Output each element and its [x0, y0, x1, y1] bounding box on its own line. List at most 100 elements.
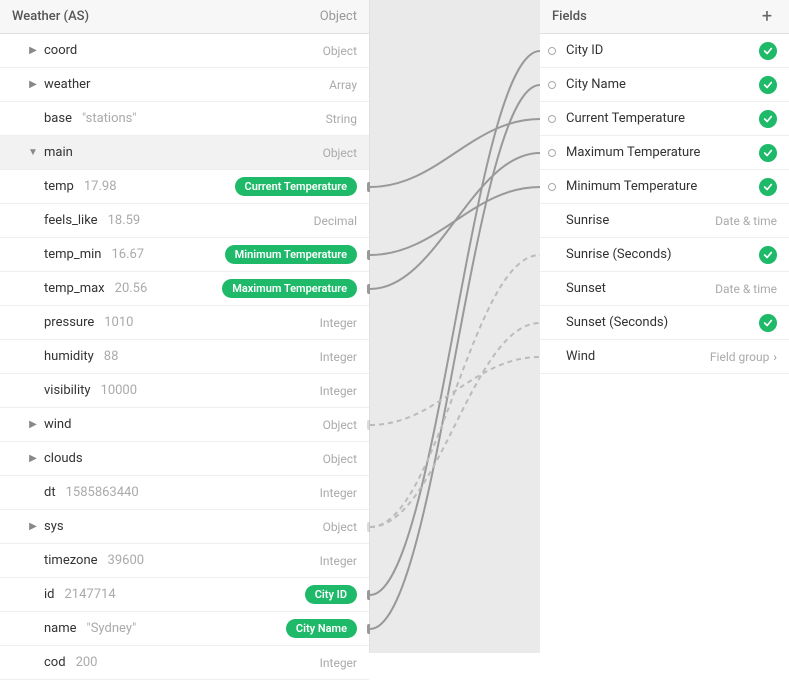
- field-label: Sunrise (Seconds): [566, 247, 759, 262]
- source-row-clouds[interactable]: ▶cloudsObject: [0, 442, 369, 476]
- field-row-sunset[interactable]: SunsetDate & time: [540, 272, 789, 306]
- source-row-pressure[interactable]: pressure1010Integer: [0, 306, 369, 340]
- mapping-badge[interactable]: Maximum Temperature: [222, 279, 357, 298]
- field-label: City ID: [566, 43, 759, 58]
- source-row-timezone[interactable]: timezone 39600 Integer: [0, 544, 369, 578]
- check-icon: [759, 76, 777, 94]
- field-type: Date & time: [715, 214, 777, 228]
- chevron-right-icon: ›: [773, 350, 777, 364]
- field-label: Sunset (Seconds): [566, 315, 759, 330]
- field-row-wind[interactable]: WindField group›: [540, 340, 789, 374]
- source-row-name[interactable]: name "Sydney" City Name: [0, 612, 369, 646]
- row-key: weather: [44, 77, 90, 92]
- field-port[interactable]: [548, 47, 556, 55]
- row-value: 20.56: [115, 281, 148, 296]
- field-row-minimum-temperature[interactable]: Minimum Temperature: [540, 170, 789, 204]
- field-label: Current Temperature: [566, 111, 759, 126]
- fields-header: Fields +: [540, 0, 789, 34]
- row-value: 18.59: [108, 213, 141, 228]
- field-label: Sunset: [566, 281, 715, 296]
- mapping-badge[interactable]: Minimum Temperature: [225, 245, 357, 264]
- row-key: main: [44, 145, 73, 160]
- field-type: Date & time: [715, 282, 777, 296]
- source-row-weather[interactable]: ▶ weather Array: [0, 68, 369, 102]
- field-port[interactable]: [548, 149, 556, 157]
- caret-icon[interactable]: ▶: [28, 521, 38, 532]
- source-row-coord[interactable]: ▶ coord Object: [0, 34, 369, 68]
- check-icon: [759, 178, 777, 196]
- mapping-badge[interactable]: City Name: [286, 619, 357, 638]
- field-port[interactable]: [548, 115, 556, 123]
- row-key: timezone: [44, 553, 98, 568]
- add-field-button[interactable]: +: [757, 7, 777, 27]
- row-key: visibility: [44, 383, 91, 398]
- row-type: Integer: [320, 656, 357, 670]
- check-icon: [759, 42, 777, 60]
- field-row-sunrise-seconds-[interactable]: Sunrise (Seconds): [540, 238, 789, 272]
- source-row-dt[interactable]: dt1585863440Integer: [0, 476, 369, 510]
- caret-icon[interactable]: ▶: [28, 79, 38, 90]
- field-label: City Name: [566, 77, 759, 92]
- mapping-badge[interactable]: City ID: [305, 585, 357, 604]
- field-port[interactable]: [548, 81, 556, 89]
- row-value: 39600: [108, 553, 145, 568]
- source-row-temp_min[interactable]: temp_min16.67Minimum Temperature: [0, 238, 369, 272]
- row-value: "stations": [82, 111, 137, 126]
- row-value: 1010: [104, 315, 133, 330]
- row-value: 88: [104, 349, 119, 364]
- row-type: Integer: [320, 486, 357, 500]
- source-row-main[interactable]: ▼ main Object: [0, 136, 369, 170]
- row-type: Object: [323, 146, 357, 160]
- source-row-temp_max[interactable]: temp_max 20.56 Maximum Temperature: [0, 272, 369, 306]
- caret-icon[interactable]: ▶: [28, 453, 38, 464]
- field-label: Sunrise: [566, 213, 715, 228]
- row-type: Object: [323, 44, 357, 58]
- row-key: cod: [44, 655, 66, 670]
- row-type: Array: [329, 78, 357, 92]
- source-row-cod[interactable]: cod200Integer: [0, 646, 369, 680]
- row-type: Integer: [320, 554, 357, 568]
- source-row-temp[interactable]: temp 17.98 Current Temperature: [0, 170, 369, 204]
- row-type: String: [326, 112, 357, 126]
- field-row-city-id[interactable]: City ID: [540, 34, 789, 68]
- row-key: pressure: [44, 315, 94, 330]
- row-key: name: [44, 621, 77, 636]
- source-row-humidity[interactable]: humidity88Integer: [0, 340, 369, 374]
- fields-title: Fields: [552, 9, 587, 24]
- field-row-maximum-temperature[interactable]: Maximum Temperature: [540, 136, 789, 170]
- mapping-badge[interactable]: Current Temperature: [235, 177, 358, 196]
- row-type: Object: [323, 452, 357, 466]
- source-panel: Weather (AS) Object ▶ coord Object ▶ weather…: [0, 0, 370, 653]
- source-row-feels_like[interactable]: feels_like18.59Decimal: [0, 204, 369, 238]
- caret-icon[interactable]: ▶: [28, 45, 38, 56]
- row-value: 2147714: [65, 587, 116, 602]
- source-row-sys[interactable]: ▶sysObject: [0, 510, 369, 544]
- source-header: Weather (AS) Object: [0, 0, 369, 34]
- source-row-id[interactable]: id2147714City ID: [0, 578, 369, 612]
- check-icon: [759, 110, 777, 128]
- field-label: Minimum Temperature: [566, 179, 759, 194]
- source-row-wind[interactable]: ▶windObject: [0, 408, 369, 442]
- row-key: temp_min: [44, 247, 101, 262]
- check-icon: [759, 314, 777, 332]
- caret-icon[interactable]: ▶: [28, 419, 38, 430]
- source-row-visibility[interactable]: visibility10000Integer: [0, 374, 369, 408]
- row-type: Object: [323, 520, 357, 534]
- row-key: temp: [44, 179, 74, 194]
- row-value: "Sydney": [87, 621, 137, 636]
- row-key: dt: [44, 485, 56, 500]
- caret-icon[interactable]: ▼: [28, 147, 38, 158]
- source-row-base[interactable]: base"stations"String: [0, 102, 369, 136]
- field-row-current-temperature[interactable]: Current Temperature: [540, 102, 789, 136]
- row-type: Integer: [320, 384, 357, 398]
- row-key: temp_max: [44, 281, 105, 296]
- row-key: humidity: [44, 349, 94, 364]
- connection-panel: [370, 0, 540, 653]
- field-port[interactable]: [548, 183, 556, 191]
- field-row-sunrise[interactable]: SunriseDate & time: [540, 204, 789, 238]
- field-row-city-name[interactable]: City Name: [540, 68, 789, 102]
- row-key: coord: [44, 43, 77, 58]
- field-row-sunset-seconds-[interactable]: Sunset (Seconds): [540, 306, 789, 340]
- row-value: 17.98: [84, 179, 117, 194]
- field-label: Maximum Temperature: [566, 145, 759, 160]
